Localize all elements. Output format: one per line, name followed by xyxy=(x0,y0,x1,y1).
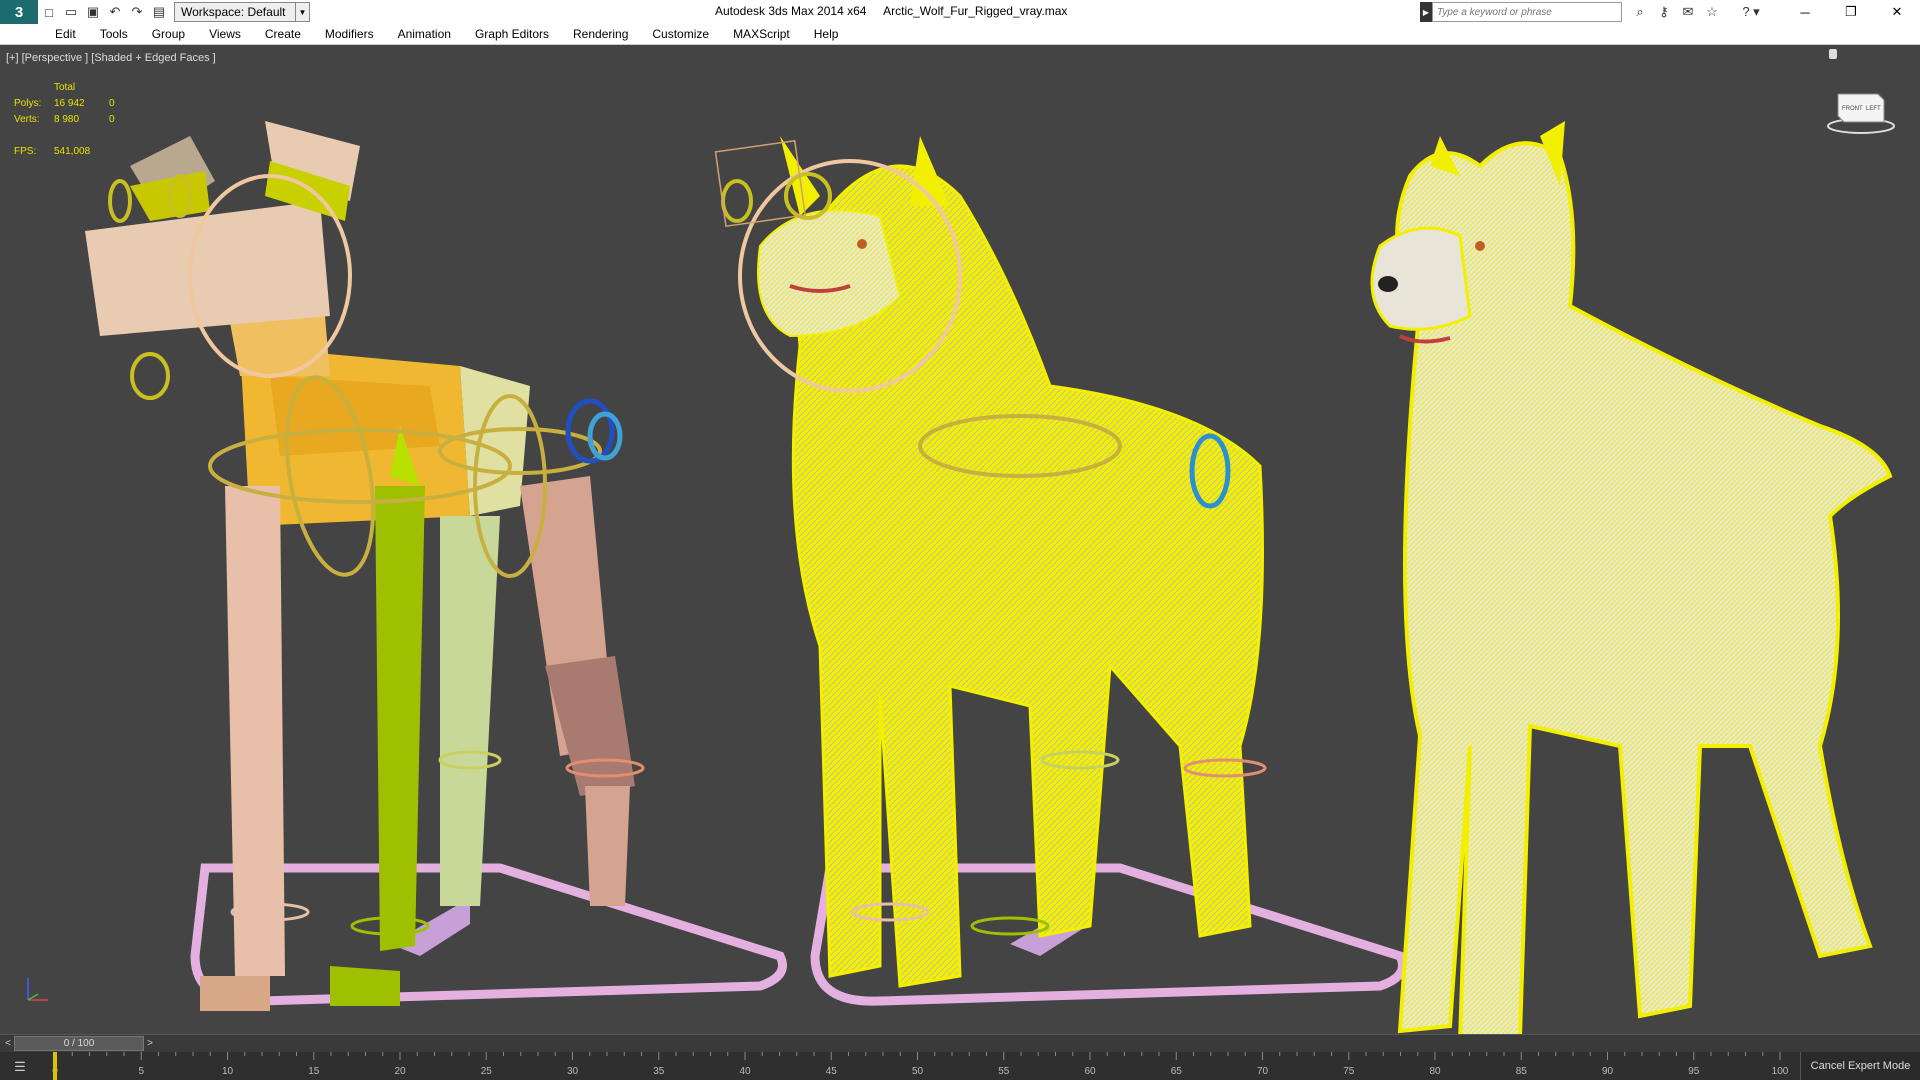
ruler-tick-label: 25 xyxy=(481,1066,493,1077)
wolf-eye-icon xyxy=(857,239,867,249)
help-icon[interactable]: ? ▾ xyxy=(1734,2,1768,22)
ruler-tick-label: 60 xyxy=(1084,1066,1096,1077)
verts-selected: 0 xyxy=(109,114,115,125)
wolf-rig-skeleton[interactable] xyxy=(85,121,787,1011)
window-controls: ─ ❐ ✕ xyxy=(1782,0,1920,24)
ruler-tick-label: 75 xyxy=(1343,1066,1355,1077)
wolf-mesh-with-rig[interactable] xyxy=(714,136,1407,1006)
file-name: Arctic_Wolf_Fur_Rigged_vray.max xyxy=(883,4,1068,18)
ruler-tick-label: 15 xyxy=(308,1066,320,1077)
menu-create[interactable]: Create xyxy=(265,27,301,41)
scene-render[interactable] xyxy=(0,46,1920,1034)
expand-arrow-icon[interactable]: ▶ xyxy=(1420,2,1432,22)
ruler-tick-label: 70 xyxy=(1257,1066,1269,1077)
viewport-statistics: Total Polys: 16 942 0 Verts: 8 980 0 FPS… xyxy=(14,80,115,160)
redo-icon[interactable]: ↷ xyxy=(126,1,148,23)
save-file-icon[interactable]: ▣ xyxy=(82,1,104,23)
menu-rendering[interactable]: Rendering xyxy=(573,27,628,41)
ruler-tick-label: 40 xyxy=(739,1066,751,1077)
menu-group[interactable]: Group xyxy=(152,27,185,41)
menu-modifiers[interactable]: Modifiers xyxy=(325,27,374,41)
viewcube-icon[interactable]: FRONT LEFT xyxy=(1826,86,1896,136)
title-bar: 3 □ ▭ ▣ ↶ ↷ ▤ Workspace: Default ▼ Autod… xyxy=(0,0,1920,24)
track-bar: ☰ 05101520253035404550556065707580859095… xyxy=(0,1052,1920,1080)
menu-tools[interactable]: Tools xyxy=(100,27,128,41)
axis-tripod-icon xyxy=(27,978,48,1001)
fps-label: FPS: xyxy=(14,146,37,157)
menu-graph-editors[interactable]: Graph Editors xyxy=(475,27,549,41)
app-logo-icon[interactable]: 3 xyxy=(0,0,38,24)
menu-help[interactable]: Help xyxy=(814,27,839,41)
verts-label: Verts: xyxy=(14,114,40,125)
workspace-dropdown[interactable]: Workspace: Default ▼ xyxy=(174,2,310,22)
ruler-tick-label: 90 xyxy=(1602,1066,1614,1077)
viewport-label[interactable]: [+] [Perspective ] [Shaded + Edged Faces… xyxy=(6,52,216,64)
menu-maxscript[interactable]: MAXScript xyxy=(733,27,790,41)
window-title: Autodesk 3ds Max 2014 x64 Arctic_Wolf_Fu… xyxy=(715,4,1081,18)
menu-animation[interactable]: Animation xyxy=(398,27,451,41)
ruler-tick-label: 45 xyxy=(826,1066,838,1077)
lock-icon[interactable] xyxy=(1829,49,1837,59)
subscription-key-icon[interactable]: ⚷ xyxy=(1652,2,1676,22)
viewcube-left-label: LEFT xyxy=(1866,106,1881,112)
frame-ruler[interactable]: 0510152025303540455055606570758085909510… xyxy=(40,1052,1800,1080)
restore-icon[interactable]: ❐ xyxy=(1828,0,1874,24)
chevron-down-icon[interactable]: ▼ xyxy=(295,3,309,21)
open-file-icon[interactable]: ▭ xyxy=(60,1,82,23)
undo-icon[interactable]: ↶ xyxy=(104,1,126,23)
search-input[interactable] xyxy=(1432,2,1622,22)
communication-icon[interactable]: ✉ xyxy=(1676,2,1700,22)
polys-label: Polys: xyxy=(14,98,42,109)
close-icon[interactable]: ✕ xyxy=(1874,0,1920,24)
time-slider[interactable]: 0 / 100 xyxy=(14,1036,144,1051)
ruler-tick-label: 5 xyxy=(138,1066,144,1077)
ruler-tick-label: 95 xyxy=(1688,1066,1700,1077)
perspective-viewport[interactable]: [+] [Perspective ] [Shaded + Edged Faces… xyxy=(0,46,1920,1034)
polys-value: 16 942 xyxy=(54,98,85,109)
workspace-label: Workspace: Default xyxy=(181,5,286,19)
project-folder-icon[interactable]: ▤ xyxy=(148,1,170,23)
polys-selected: 0 xyxy=(109,98,115,109)
favorites-star-icon[interactable]: ☆ xyxy=(1700,2,1724,22)
ruler-tick-label: 10 xyxy=(222,1066,234,1077)
curve-editor-icon[interactable]: ☰ xyxy=(6,1058,34,1076)
infocenter: ▶ ⌕ ⚷ ✉ ☆ ? ▾ xyxy=(1420,1,1768,23)
ruler-tick-label: 65 xyxy=(1171,1066,1183,1077)
current-frame-marker[interactable] xyxy=(53,1052,57,1080)
binoculars-icon[interactable]: ⌕ xyxy=(1628,2,1652,22)
prev-frame-icon[interactable]: < xyxy=(2,1036,14,1051)
ruler-tick-label: 100 xyxy=(1772,1066,1789,1077)
ruler-tick-label: 35 xyxy=(653,1066,665,1077)
ruler-tick-label: 50 xyxy=(912,1066,924,1077)
ruler-tick-label: 55 xyxy=(998,1066,1010,1077)
new-file-icon[interactable]: □ xyxy=(38,1,60,23)
fps-value: 541,008 xyxy=(54,146,91,157)
verts-value: 8 980 xyxy=(54,114,80,125)
next-frame-icon[interactable]: > xyxy=(144,1036,156,1051)
menu-edit[interactable]: Edit xyxy=(55,27,76,41)
ruler-tick-label: 30 xyxy=(567,1066,579,1077)
cancel-expert-mode-button[interactable]: Cancel Expert Mode xyxy=(1800,1052,1920,1080)
menu-customize[interactable]: Customize xyxy=(652,27,709,41)
ruler-tick-label: 85 xyxy=(1516,1066,1528,1077)
ruler-tick-label: 80 xyxy=(1429,1066,1441,1077)
stats-header: Total xyxy=(54,82,76,93)
ruler-tick-label: 20 xyxy=(394,1066,406,1077)
wolf-fur-preview[interactable] xyxy=(1370,121,1893,1034)
app-name: Autodesk 3ds Max 2014 x64 xyxy=(715,4,867,18)
menu-views[interactable]: Views xyxy=(209,27,241,41)
menu-bar: Edit Tools Group Views Create Modifiers … xyxy=(0,24,1920,45)
time-slider-bar: < 0 / 100 > xyxy=(0,1034,1920,1052)
minimize-icon[interactable]: ─ xyxy=(1782,0,1828,24)
viewcube-front-label: FRONT xyxy=(1842,106,1863,112)
